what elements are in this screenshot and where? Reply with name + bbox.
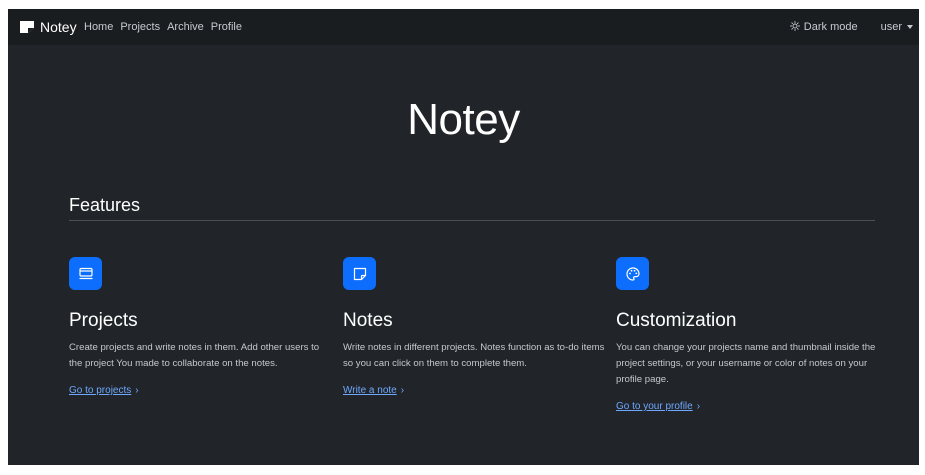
go-to-your-profile-link[interactable]: Go to your profile › (616, 401, 700, 412)
feature-customization: Customization You can change your projec… (616, 257, 876, 414)
brand-link[interactable]: Notey (19, 9, 77, 45)
navbar: Notey Home Projects Archive Profile Dark… (8, 9, 919, 45)
nav-links: Home Projects Archive Profile (84, 9, 242, 45)
sun-icon (789, 20, 800, 34)
navbar-right: Dark mode user (789, 9, 919, 45)
feature-title: Projects (69, 310, 138, 331)
chevron-right-icon: › (135, 385, 139, 396)
feature-notes: Notes Write notes in different projects.… (343, 257, 604, 398)
nav-link-archive[interactable]: Archive (167, 21, 204, 33)
user-dropdown[interactable]: user (881, 21, 913, 33)
sticky-note-logo-icon (19, 20, 35, 34)
caret-down-icon (907, 25, 913, 29)
feature-description: Write notes in different projects. Notes… (343, 342, 605, 369)
chevron-right-icon: › (400, 385, 405, 396)
link-label: Go to your profile (616, 401, 693, 412)
feature-title: Notes (343, 310, 393, 331)
nav-link-projects[interactable]: Projects (120, 21, 160, 33)
feature-description: Create projects and write notes in them.… (69, 342, 320, 369)
go-to-projects-link[interactable]: Go to projects › (69, 385, 139, 396)
window-icon (69, 257, 102, 290)
features-divider (69, 220, 875, 221)
dark-mode-label: Dark mode (803, 21, 858, 33)
link-label: Go to projects (69, 385, 132, 396)
app-window: Notey Home Projects Archive Profile Dark… (8, 9, 919, 465)
features-heading: Features (69, 195, 141, 215)
feature-projects: Projects Create projects and write notes… (69, 257, 329, 398)
feature-title: Customization (616, 310, 737, 331)
hero-title: Notey (407, 95, 520, 144)
brand-label: Notey (40, 19, 77, 35)
nav-link-profile[interactable]: Profile (211, 21, 242, 33)
write-a-note-link[interactable]: Write a note › (343, 385, 404, 396)
feature-description: You can change your projects name and th… (616, 342, 876, 385)
chevron-right-icon: › (696, 401, 701, 412)
sticky-note-icon (343, 257, 376, 290)
link-label: Write a note (343, 385, 397, 396)
palette-icon (616, 257, 649, 290)
dark-mode-toggle[interactable]: Dark mode (789, 20, 858, 34)
nav-link-home[interactable]: Home (84, 21, 113, 33)
user-label: user (880, 21, 902, 33)
